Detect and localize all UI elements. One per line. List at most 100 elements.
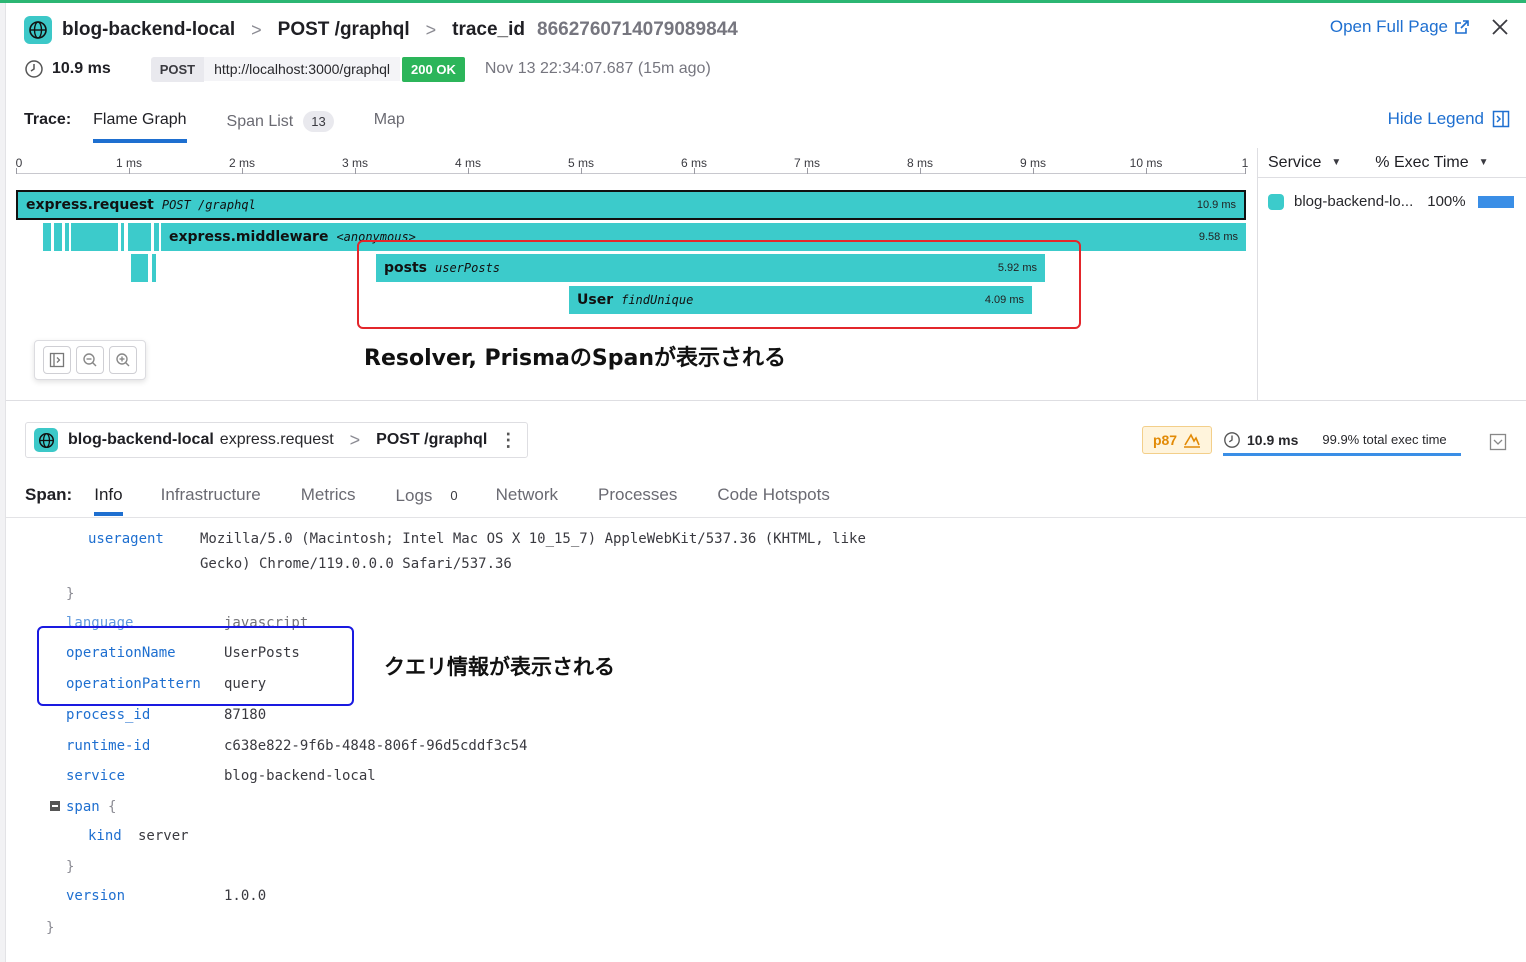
ruler-tick-mark — [1245, 168, 1246, 174]
tab-span-list[interactable]: Span List 13 — [227, 111, 334, 132]
more-options-icon[interactable]: ⋮ — [499, 430, 517, 451]
attr-value[interactable]: Gecko) Chrome/119.0.0.0 Safari/537.36 — [200, 556, 512, 572]
ruler-tick-mark — [1033, 168, 1034, 174]
tab-divider — [6, 517, 1526, 518]
legend-col-exec-time[interactable]: % Exec Time — [1375, 154, 1468, 172]
globe-icon — [34, 428, 58, 452]
span-resource-name[interactable]: POST /graphql — [376, 431, 487, 449]
legend-col-service[interactable]: Service — [1268, 154, 1321, 172]
attr-key[interactable]: runtime-id — [66, 738, 150, 754]
attr-key[interactable]: kind — [88, 828, 122, 844]
tab-infrastructure[interactable]: Infrastructure — [161, 485, 261, 505]
span-service-name[interactable]: blog-backend-local — [68, 431, 214, 449]
tab-map[interactable]: Map — [374, 111, 405, 129]
zoom-out-button[interactable] — [75, 346, 104, 374]
attr-value[interactable]: 1.0.0 — [224, 888, 266, 904]
breadcrumb-resource[interactable]: POST /graphql — [278, 19, 410, 41]
minimap-icon — [50, 352, 65, 368]
hide-legend-label: Hide Legend — [1387, 109, 1484, 128]
tab-code-hotspots[interactable]: Code Hotspots — [717, 485, 829, 505]
span-small[interactable] — [152, 254, 156, 282]
legend-row[interactable]: blog-backend-lo... 100% — [1258, 193, 1526, 210]
breadcrumb-separator: > — [349, 429, 361, 450]
trace-id-value[interactable]: 8662760714079089844 — [537, 19, 738, 41]
close-icon[interactable] — [1490, 17, 1510, 37]
tab-network[interactable]: Network — [496, 485, 558, 505]
trace-breadcrumb: blog-backend-local > POST /graphql > tra… — [24, 15, 738, 45]
section-divider — [6, 400, 1526, 401]
attr-value[interactable]: c638e822-9f6b-4848-806f-96d5cddf3c54 — [224, 738, 527, 754]
attr-key[interactable]: service — [66, 768, 125, 784]
ruler-tick-mark — [129, 168, 130, 174]
json-brace: } — [66, 859, 75, 875]
span-small[interactable] — [71, 223, 118, 251]
service-legend: Service ▼ % Exec Time ▼ blog-backend-lo.… — [1257, 148, 1526, 400]
trace-tabs-label: Trace: — [24, 111, 72, 128]
trace-summary: 10.9 ms POST http://localhost:3000/graph… — [24, 56, 711, 82]
trace-side-panel: blog-backend-local > POST /graphql > tra… — [6, 3, 1526, 962]
collapse-panel-icon[interactable] — [1489, 433, 1507, 451]
attr-key[interactable]: version — [66, 888, 125, 904]
hide-legend-button[interactable]: Hide Legend — [1388, 109, 1510, 129]
external-link-icon — [1455, 20, 1469, 34]
trace-tabs: Trace: Flame Graph Span List 13 Map — [24, 107, 405, 147]
json-brace: } — [46, 920, 55, 936]
tab-flame-graph[interactable]: Flame Graph — [93, 111, 187, 143]
attr-key[interactable]: useragent — [88, 531, 164, 547]
ruler-tick-mark — [1146, 168, 1147, 174]
attr-value[interactable]: server — [138, 828, 189, 844]
highlight-box-resolver — [357, 240, 1081, 329]
json-brace: } — [66, 586, 75, 602]
attr-value[interactable]: blog-backend-local — [224, 768, 376, 784]
span-small[interactable] — [128, 223, 151, 251]
header-actions: Open Full Page — [1330, 17, 1510, 37]
tab-info[interactable]: Info — [94, 485, 123, 516]
span-small[interactable] — [121, 223, 124, 251]
tab-processes[interactable]: Processes — [598, 485, 677, 505]
zoom-in-button[interactable] — [108, 346, 137, 374]
highlight-box-query — [37, 626, 354, 706]
trace-id-label: trace_id — [452, 19, 525, 40]
span-small[interactable] — [154, 223, 159, 251]
span-tabs: Span: Info Infrastructure Metrics Logs 0… — [25, 483, 830, 519]
zoom-out-icon — [83, 353, 97, 367]
ruler-tick-mark — [694, 168, 695, 174]
zoom-in-icon — [115, 353, 130, 367]
ruler-tick-mark — [355, 168, 356, 174]
legend-exec-pct: 100% — [1427, 193, 1466, 210]
chevron-down-icon[interactable]: ▼ — [1331, 157, 1341, 168]
percentile-badge[interactable]: p87 — [1142, 426, 1212, 454]
tab-logs[interactable]: Logs 0 — [396, 485, 466, 506]
chevron-down-icon[interactable]: ▼ — [1479, 157, 1489, 168]
ruler-tick-mark — [581, 168, 582, 174]
collapse-toggle-icon[interactable] — [50, 801, 60, 811]
breadcrumb-service[interactable]: blog-backend-local — [62, 19, 235, 41]
tab-metrics[interactable]: Metrics — [301, 485, 356, 505]
span-exec-time-pct: 99.9% total exec time — [1322, 432, 1447, 447]
legend-service-name: blog-backend-lo... — [1294, 193, 1414, 210]
panel-collapse-icon — [1492, 110, 1510, 128]
span-express-request[interactable]: express.request POST /graphql 10.9 ms — [16, 190, 1246, 220]
span-small[interactable] — [54, 223, 62, 251]
open-full-page-link[interactable]: Open Full Page — [1330, 17, 1470, 37]
flame-graph[interactable]: 0 1 ms 2 ms 3 ms 4 ms 5 ms 6 ms 7 ms 8 m… — [6, 148, 1257, 400]
span-name: express.middleware — [169, 229, 329, 245]
tab-logs-label: Logs — [395, 485, 433, 505]
attr-value[interactable]: Mozilla/5.0 (Macintosh; Intel Mac OS X 1… — [200, 531, 866, 547]
span-small[interactable] — [65, 223, 69, 251]
percentile-label: p87 — [1152, 432, 1178, 448]
status-badge: 200 OK — [402, 56, 465, 82]
toggle-minimap-button[interactable] — [43, 346, 72, 374]
attr-key[interactable]: process_id — [66, 707, 150, 723]
span-small[interactable] — [131, 254, 148, 282]
tab-span-list-label: Span List — [226, 112, 294, 130]
breadcrumb-separator: > — [425, 19, 437, 40]
annotation-query: クエリ情報が表示される — [384, 655, 615, 679]
attr-key[interactable]: span — [66, 799, 100, 815]
clock-icon — [1224, 431, 1240, 448]
logs-count-badge: 0 — [450, 488, 458, 503]
attr-value[interactable]: 87180 — [224, 707, 266, 723]
span-small[interactable] — [43, 223, 51, 251]
span-info-attributes: useragent Mozilla/5.0 (Macintosh; Intel … — [6, 519, 1526, 962]
globe-icon — [24, 16, 52, 44]
